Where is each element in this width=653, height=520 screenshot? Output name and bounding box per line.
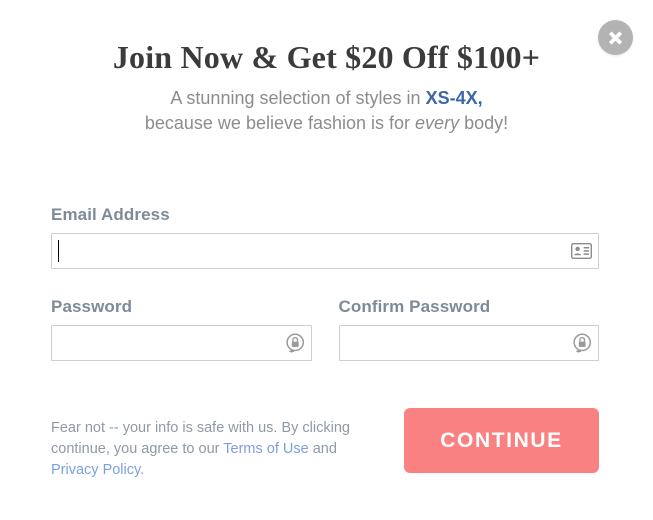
contact-card-icon[interactable]	[570, 242, 592, 260]
disclaimer-conjunction: and	[308, 441, 337, 457]
password-column: Password	[51, 297, 312, 361]
email-input[interactable]	[51, 233, 599, 269]
email-label: Email Address	[51, 205, 170, 224]
subheadline-line2-end: body!	[459, 113, 509, 133]
password-row: Password Confirm Password	[51, 297, 599, 361]
page-title: Join Now & Get $20 Off $100+	[112, 39, 541, 75]
modal-header: Join Now & Get $20 Off $100+ A stunning …	[0, 0, 653, 136]
continue-button[interactable]: CONTINUE	[404, 408, 599, 473]
privacy-policy-link[interactable]: Privacy Policy	[51, 462, 140, 478]
size-range-highlight: XS-4X,	[425, 88, 483, 108]
text-cursor	[58, 240, 59, 262]
terms-of-use-link[interactable]: Terms of Use	[223, 441, 308, 457]
password-label: Password	[51, 297, 133, 316]
confirm-password-column: Confirm Password	[338, 297, 599, 361]
email-field-wrapper	[51, 233, 599, 269]
password-key-icon[interactable]	[285, 332, 305, 354]
password-key-icon[interactable]	[572, 332, 592, 354]
subheadline-line2-text: because we believe fashion is for	[144, 113, 416, 133]
modal-footer: Fear not -- your info is safe with us. B…	[51, 408, 599, 481]
signup-modal: Join Now & Get $20 Off $100+ A stunning …	[0, 0, 653, 520]
password-input[interactable]	[51, 325, 312, 361]
confirm-password-label: Confirm Password	[338, 297, 491, 316]
confirm-password-field-wrapper	[338, 325, 599, 361]
disclaimer-period: .	[140, 462, 145, 478]
password-field-wrapper	[51, 325, 312, 361]
subheadline-line1-text: A stunning selection of styles in	[170, 88, 426, 108]
subheadline-emphasis: every	[415, 113, 460, 133]
signup-form: Email Address Password Confirm Password	[51, 205, 599, 361]
confirm-password-input[interactable]	[338, 325, 599, 361]
subheadline: A stunning selection of styles in XS-4X,…	[0, 76, 653, 136]
legal-disclaimer: Fear not -- your info is safe with us. B…	[51, 418, 363, 481]
